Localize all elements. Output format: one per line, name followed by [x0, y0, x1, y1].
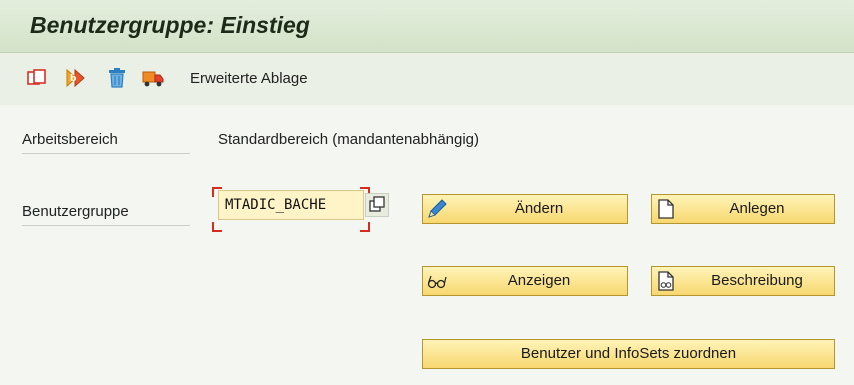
- pencil-icon: [426, 198, 448, 220]
- document-view-icon: [655, 270, 677, 292]
- assign-label: Benutzer und InfoSets zuordnen: [520, 345, 737, 362]
- workspace-value: Standardbereich (mandantenabhängig): [218, 131, 480, 148]
- transport-icon[interactable]: [142, 67, 164, 89]
- usergroup-label: Benutzergruppe: [22, 203, 190, 226]
- document-icon: [655, 198, 677, 220]
- page-title: Benutzergruppe: Einstieg: [30, 12, 310, 38]
- execute-icon[interactable]: b: [66, 67, 88, 89]
- focus-marker: [212, 187, 222, 197]
- workspace-label: Arbeitsbereich: [22, 131, 190, 154]
- copy-icon[interactable]: [26, 67, 48, 89]
- extended-storage-button[interactable]: Erweiterte Ablage: [190, 70, 308, 87]
- display-label: Anzeigen: [507, 272, 571, 289]
- description-button[interactable]: Beschreibung: [651, 266, 835, 296]
- assign-users-infosets-button[interactable]: Benutzer und InfoSets zuordnen: [422, 339, 835, 369]
- svg-text:b: b: [70, 74, 77, 84]
- focus-marker: [212, 222, 222, 232]
- display-button[interactable]: Anzeigen: [422, 266, 628, 296]
- focus-marker: [360, 222, 370, 232]
- application-toolbar: b Erweiterte Ablage: [0, 53, 854, 105]
- create-button[interactable]: Anlegen: [651, 194, 835, 224]
- change-label: Ändern: [514, 200, 564, 217]
- glasses-icon: [426, 270, 448, 292]
- delete-icon[interactable]: [106, 67, 128, 89]
- usergroup-input[interactable]: MTADIC_BACHE: [218, 190, 364, 220]
- value-help-icon: [369, 196, 385, 212]
- create-label: Anlegen: [729, 200, 785, 217]
- change-button[interactable]: Ändern: [422, 194, 628, 224]
- description-label: Beschreibung: [711, 272, 803, 289]
- value-help-button[interactable]: [365, 193, 389, 217]
- title-bar: Benutzergruppe: Einstieg: [0, 0, 854, 53]
